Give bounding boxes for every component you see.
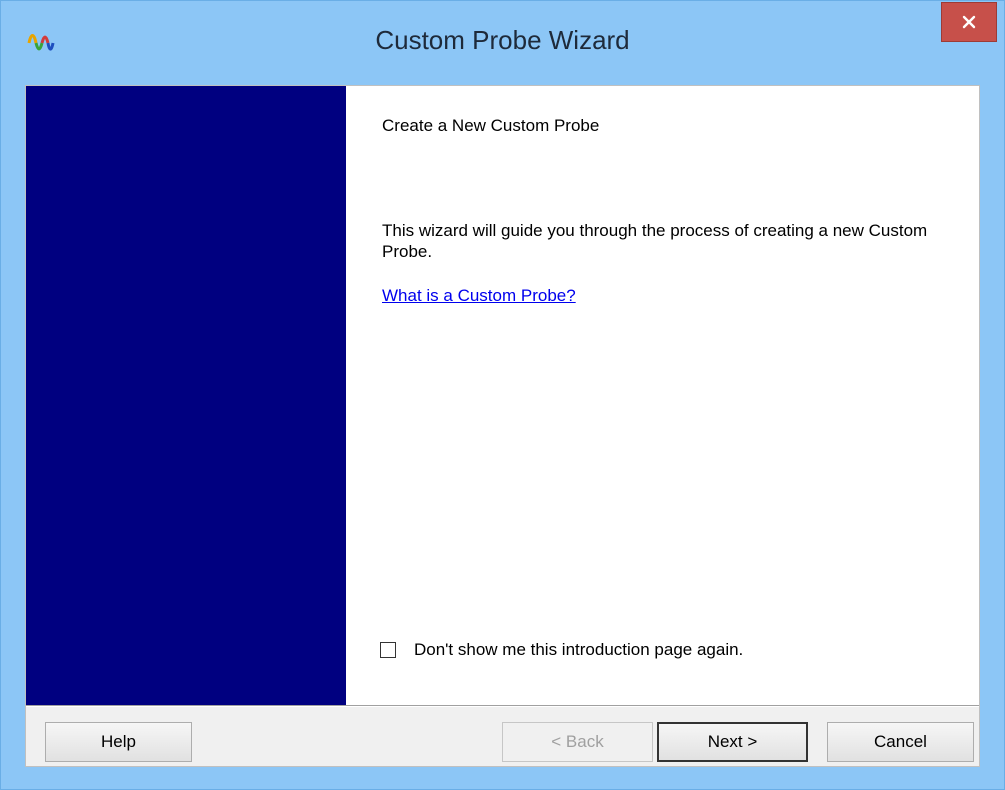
help-button[interactable]: Help [45, 722, 192, 762]
title-bar[interactable]: Custom Probe Wizard [1, 1, 1004, 85]
dont-show-again-label[interactable]: Don't show me this introduction page aga… [414, 640, 743, 660]
dont-show-again-option[interactable]: Don't show me this introduction page aga… [380, 640, 743, 660]
window-title: Custom Probe Wizard [375, 25, 630, 55]
wizard-side-banner [26, 86, 346, 705]
wizard-window: Custom Probe Wizard Create a New Custom … [0, 0, 1005, 790]
wizard-client-area: Create a New Custom Probe This wizard wi… [25, 85, 980, 767]
cancel-button[interactable]: Cancel [827, 722, 974, 762]
button-separator [26, 705, 979, 707]
back-button[interactable]: < Back [502, 722, 653, 762]
intro-text: This wizard will guide you through the p… [382, 221, 928, 261]
close-button[interactable] [941, 2, 997, 42]
close-icon [962, 15, 976, 29]
what-is-custom-probe-link[interactable]: What is a Custom Probe? [382, 286, 576, 306]
page-heading: Create a New Custom Probe [382, 116, 600, 135]
next-button[interactable]: Next > [657, 722, 808, 762]
dont-show-again-checkbox[interactable] [380, 642, 396, 658]
wizard-page-content: Create a New Custom Probe This wizard wi… [346, 86, 979, 705]
